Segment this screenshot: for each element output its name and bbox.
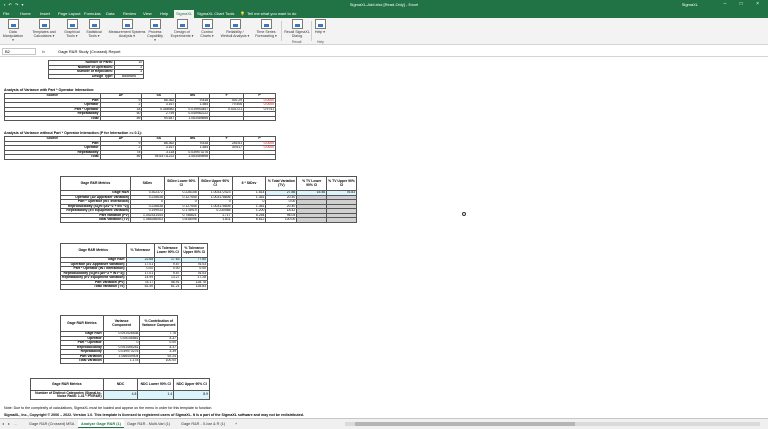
sheet-tab-bar: ◂ ▸ ... Gage R&R (Crossed) MSA Analyze G… xyxy=(0,418,768,429)
lightbulb-icon: 💡 xyxy=(240,11,245,16)
tab-view[interactable]: View xyxy=(143,11,152,16)
worksheet[interactable]: Number of Parts: 10 Number of Operators: 3… xyxy=(0,57,768,418)
anova1-table: Source DF SS MS F P Part 9 88.362 9.818 492.… xyxy=(4,93,276,121)
measurement-systems-analysis-button[interactable]: Measurement Systems Analysis ▾ xyxy=(108,19,146,38)
group-label-help: Help xyxy=(317,40,324,44)
statistical-tools-button[interactable]: Statistical Tools ▾ xyxy=(84,19,104,38)
horizontal-scrollbar[interactable] xyxy=(345,422,760,426)
process-capability-button[interactable]: Process Capability ▾ xyxy=(146,19,164,42)
recall-dialog-button[interactable]: Recall SigmaXL Dialog xyxy=(284,19,310,38)
sheet-tab-analyze-gage-rr[interactable]: Analyze Gage R&R (1) xyxy=(78,420,124,428)
tab-sigmaxl[interactable]: SigmaXL xyxy=(174,10,195,18)
tab-insert[interactable]: Insert xyxy=(40,11,50,16)
help-icon xyxy=(314,19,326,29)
table-header-row: Gage R&R Metrics StDev StDev Lower 90% C… xyxy=(60,176,357,191)
copyright-text: SigmaXL, Inc., Copyright © 2006 – 2022. … xyxy=(4,413,304,417)
tell-me-search[interactable]: Tell me what you want to do xyxy=(247,11,296,16)
variance-table: Gage R&R Metrics Variance Component % Co… xyxy=(60,315,178,364)
table-row: Number of Distinct Categories (Signal-to… xyxy=(30,390,210,400)
reliability-weibull-button[interactable]: Reliability / Weibull Analysis ▾ xyxy=(220,19,250,38)
chart-icon xyxy=(66,19,78,29)
time-series-forecasting-button[interactable]: Time Series Forecasting ▾ xyxy=(254,19,278,38)
scroll-right-icon[interactable]: ▸ xyxy=(8,420,10,428)
title-bar: ▪ ↶ ↷ ▾ SigmaXL-Add.xlsx [Read-Only] - E… xyxy=(0,0,768,9)
tolerance-table: Gage R&R Metrics % Tolerance % Tolerance… xyxy=(60,243,209,290)
table-header-row: Gage R&R Metrics % Tolerance % Tolerance… xyxy=(60,243,209,258)
table-row: Total Variation 1.178 100.00 xyxy=(60,358,178,364)
sheet-tab-gage-rr-crossed[interactable]: Gage R&R (Crossed) MSA xyxy=(26,420,77,428)
sheet-tab-multi-vari[interactable]: Gage R&R - Multi-Vari (1) xyxy=(124,420,173,428)
data-manipulation-button[interactable]: Data Manipulation ▾ xyxy=(2,19,24,42)
anova1-title: Analysis of Variance with Part * Operato… xyxy=(4,88,95,92)
recall-icon xyxy=(291,19,303,29)
tab-sigmaxl-chart-tools[interactable]: SigmaXL Chart Tools xyxy=(197,11,234,16)
window-title: SigmaXL-Add.xlsx [Read-Only] - Excel xyxy=(349,2,419,7)
metrics-table: Gage R&R Metrics StDev StDev Lower 90% C… xyxy=(60,176,357,223)
tab-help[interactable]: Help xyxy=(160,11,168,16)
doe-icon xyxy=(176,19,188,29)
ndc-table: Gage R&R Metrics NDC NDC Lower 90% CI ND… xyxy=(30,378,210,400)
calculator-icon xyxy=(38,19,50,29)
anova2-title: Analysis of Variance without Part * Oper… xyxy=(4,131,142,135)
weibull-icon xyxy=(229,19,241,29)
add-sheet-button[interactable]: + xyxy=(232,420,240,428)
control-chart-icon xyxy=(201,19,213,29)
table-row: Total 89 94.647 1.063459896 xyxy=(4,115,276,121)
control-charts-button[interactable]: Control Charts ▾ xyxy=(198,19,216,38)
name-box[interactable]: B2 xyxy=(2,48,36,55)
templates-calculators-button[interactable]: Templates and Calculators ▾ xyxy=(30,19,58,38)
anova2-table: Source DF SS MS F P Part 9 88.362 9.818 245.… xyxy=(4,136,276,160)
ruler-icon xyxy=(121,19,133,29)
sheet-tab-xbar-r[interactable]: Gage R&R - X-bar & R (1) xyxy=(178,420,228,428)
graphical-tools-button[interactable]: Graphical Tools ▾ xyxy=(62,19,82,38)
capability-icon xyxy=(149,19,161,29)
table-row: Total Variation (TV) 1.085286063 0.818096 1… xyxy=(60,217,357,223)
stats-icon xyxy=(88,19,100,29)
user-name[interactable]: SigmaXL xyxy=(682,0,698,9)
template-note: Note: Due to the complexity of calculati… xyxy=(4,406,213,410)
function-icon[interactable]: fx xyxy=(42,48,45,55)
mouse-cursor xyxy=(462,212,466,216)
ribbon-separator xyxy=(281,21,282,41)
time-series-icon xyxy=(260,19,272,29)
table-row: Total 89 94.64711222 1.063459896 xyxy=(4,154,276,160)
tab-review[interactable]: Review xyxy=(123,11,136,16)
scroll-left-icon[interactable]: ◂ xyxy=(2,420,4,428)
tab-home[interactable]: Home xyxy=(20,11,31,16)
table-icon xyxy=(7,19,19,29)
scrollbar-thumb[interactable] xyxy=(355,422,575,426)
help-button[interactable]: Help ▾ xyxy=(313,19,327,34)
group-label-recall: Recall xyxy=(292,40,302,44)
more-sheets-icon[interactable]: ... xyxy=(14,420,17,428)
table-header-row: Gage R&R Metrics NDC NDC Lower 90% CI ND… xyxy=(30,378,210,391)
tab-page-layout[interactable]: Page Layout xyxy=(58,11,80,16)
table-header-row: Gage R&R Metrics Variance Component % Co… xyxy=(60,315,178,332)
formula-input[interactable]: Gage R&R Study (Crossed) Report xyxy=(58,48,120,55)
table-row: Total Variation (TV) 81.40 61.21 135.83 xyxy=(60,284,209,290)
formula-bar: B2 fx Gage R&R Study (Crossed) Report xyxy=(0,46,768,57)
tab-file[interactable]: File xyxy=(3,11,9,16)
table-row: Design Type: Balanced xyxy=(48,73,144,79)
ribbon-separator xyxy=(311,21,312,41)
tab-data[interactable]: Data xyxy=(106,11,114,16)
design-table: Number of Parts: 10 Number of Operators: 3… xyxy=(48,60,144,79)
design-of-experiments-button[interactable]: Design of Experiments ▾ xyxy=(170,19,194,38)
tab-formulas[interactable]: Formulas xyxy=(84,11,101,16)
ribbon: Data Manipulation ▾ Templates and Calcul… xyxy=(0,18,768,45)
ribbon-tab-row: File Home Insert Page Layout Formulas Da… xyxy=(0,9,768,18)
window-controls[interactable]: – □ × xyxy=(724,0,766,9)
